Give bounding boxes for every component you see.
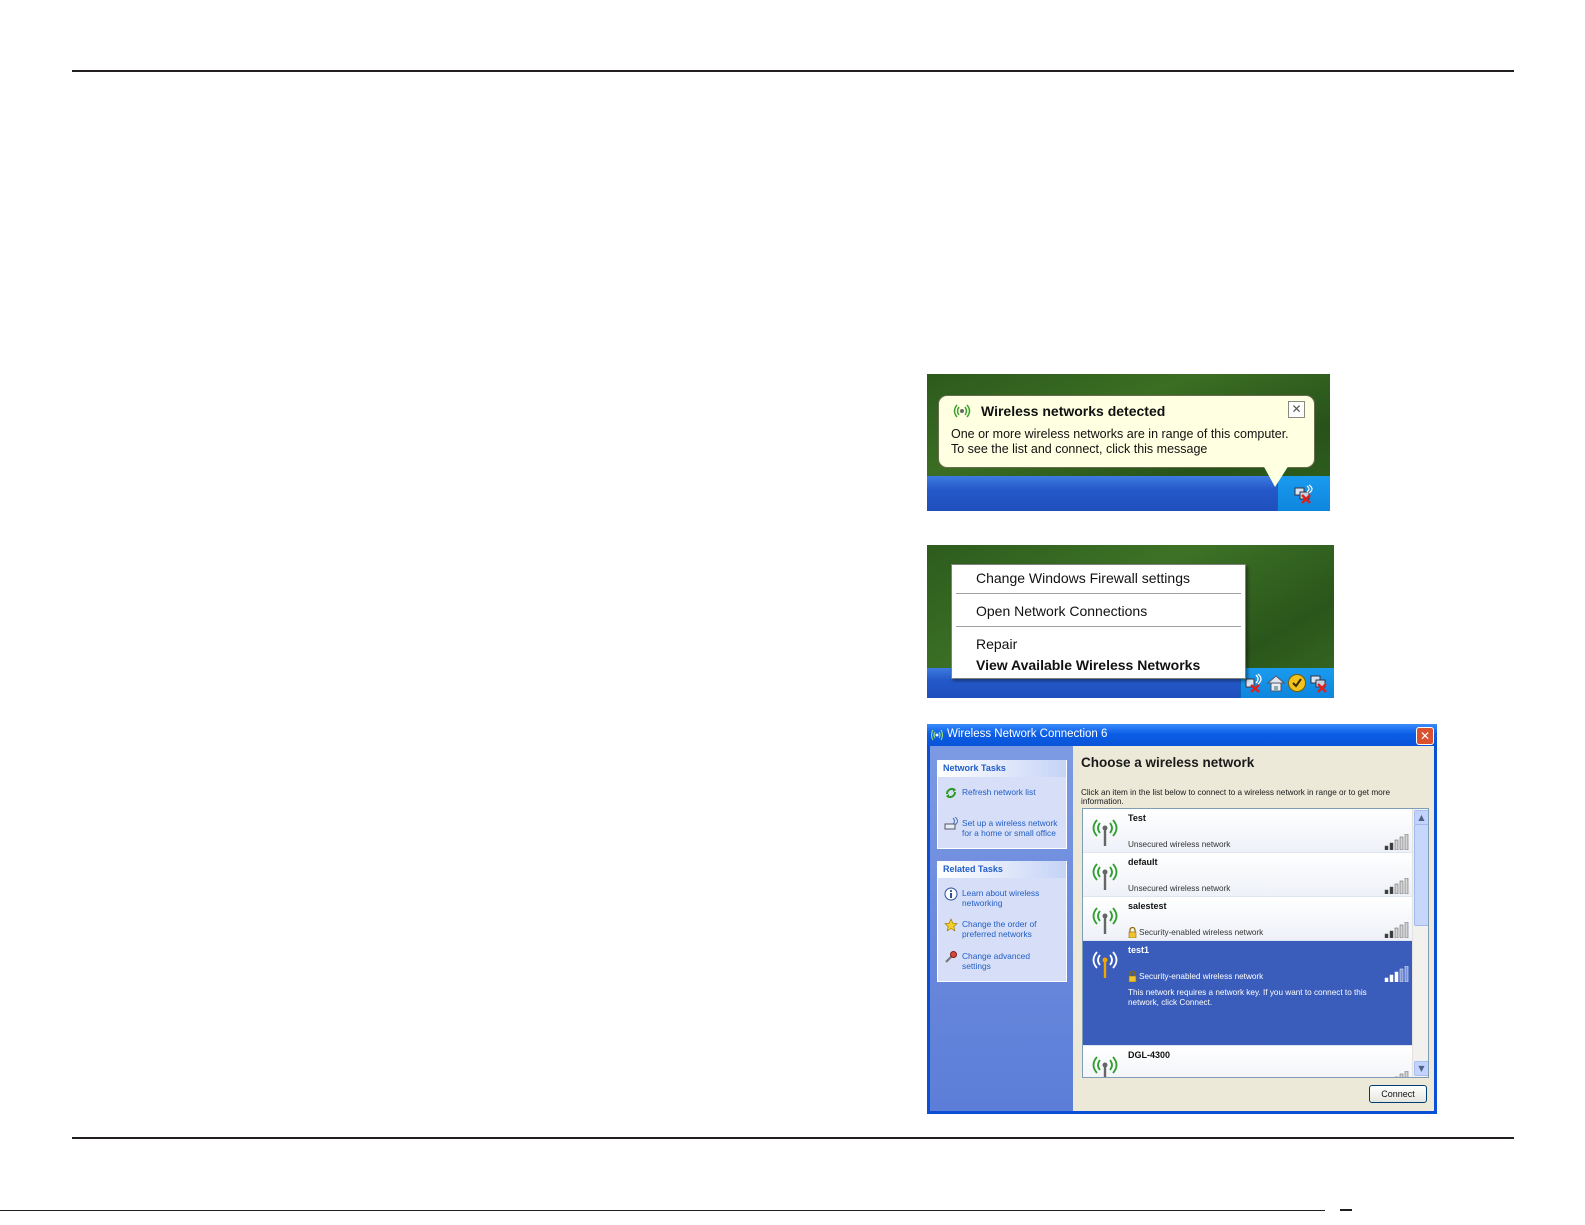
learn-about-wireless-link[interactable]: Learn about wireless networking [962, 888, 1039, 908]
network-name: Test [1128, 813, 1146, 823]
wireless-antenna-icon [1092, 907, 1118, 934]
signal-strength-icon [1384, 834, 1409, 850]
context-menu-screenshot: Change Windows Firewall settings Open Ne… [927, 545, 1334, 698]
network-pane: Choose a wireless network Click an item … [1073, 746, 1434, 1111]
wireless-antenna-icon [1092, 1056, 1118, 1077]
system-tray [1240, 668, 1334, 698]
menu-separator [956, 626, 1241, 627]
connect-button[interactable]: Connect [1369, 1085, 1427, 1103]
security-shield-icon[interactable] [1287, 673, 1307, 693]
network-detail-text: This network requires a network key. If … [1128, 988, 1367, 1007]
info-icon [944, 887, 958, 901]
balloon-title: Wireless networks detected [981, 403, 1166, 419]
network-security-status: Unsecured wireless network [1128, 884, 1231, 893]
signal-strength-icon [1384, 922, 1409, 938]
wireless-network-dialog: Wireless Network Connection 6 ✕ Network … [927, 724, 1437, 1114]
wireless-antenna-icon [1092, 819, 1118, 846]
signal-strength-icon [1394, 1071, 1409, 1077]
network-security-status: Security-enabled wireless network [1139, 928, 1264, 937]
menu-item-repair[interactable]: Repair [976, 636, 1017, 652]
network-list-item[interactable]: DGL-4300 [1083, 1046, 1413, 1077]
balloon-close-button[interactable]: ✕ [1288, 401, 1305, 418]
notification-balloon[interactable]: Wireless networks detected ✕ One or more… [938, 395, 1315, 468]
balloon-message-line1: One or more wireless networks are in ran… [951, 427, 1289, 441]
balloon-message-line2: To see the list and connect, click this … [951, 442, 1208, 456]
task-pane: Network Tasks Refresh network list Set u… [930, 746, 1073, 1111]
setup-wireless-icon [944, 817, 958, 830]
setup-wireless-network-link[interactable]: Set up a wireless network for a home or … [962, 818, 1057, 838]
change-advanced-settings-link[interactable]: Change advanced settings [962, 951, 1030, 971]
refresh-network-list-link[interactable]: Refresh network list [962, 787, 1036, 797]
page-title: Choose a wireless network [1081, 755, 1255, 770]
network-disconnected-icon[interactable] [1309, 673, 1329, 693]
network-name: default [1128, 857, 1158, 867]
menu-item-change-firewall-settings[interactable]: Change Windows Firewall settings [976, 570, 1190, 586]
lock-icon [1128, 971, 1137, 982]
balloon-message[interactable]: One or more wireless networks are in ran… [951, 427, 1311, 457]
network-name: test1 [1128, 945, 1150, 955]
wireless-icon [930, 729, 944, 741]
network-list-scrollbar[interactable]: ▲ ▼ [1412, 809, 1428, 1077]
network-security-status: Security-enabled wireless network [1139, 972, 1264, 981]
star-icon [944, 918, 958, 932]
page-bottom-rule [0, 1210, 1325, 1211]
balloon-title-row: Wireless networks detected [951, 403, 1165, 419]
refresh-icon [946, 788, 956, 798]
dialog-close-button[interactable]: ✕ [1416, 727, 1434, 745]
tray-context-menu: Change Windows Firewall settings Open Ne… [951, 564, 1246, 679]
wireless-antenna-icon [1092, 951, 1118, 978]
dialog-title: Wireless Network Connection 6 [947, 728, 1108, 740]
menu-item-view-available-wireless-networks[interactable]: View Available Wireless Networks [976, 657, 1200, 673]
balloon-screenshot: Wireless networks detected ✕ One or more… [927, 374, 1330, 511]
signal-strength-icon [1384, 878, 1409, 894]
wireless-disconnected-icon[interactable] [1243, 673, 1263, 693]
menu-separator [956, 593, 1241, 594]
balloon-tail [1263, 465, 1289, 487]
lock-icon [1128, 927, 1137, 938]
header-rule [72, 70, 1514, 72]
network-tasks-header: Network Tasks [938, 760, 1066, 777]
wireless-icon [953, 404, 971, 418]
page-number-mark [1340, 1209, 1352, 1211]
change-network-order-link[interactable]: Change the order of preferred networks [962, 919, 1037, 939]
related-tasks-box: Related Tasks Learn about wireless netwo… [937, 861, 1067, 982]
related-tasks-header: Related Tasks [938, 861, 1066, 878]
settings-icon [945, 951, 957, 963]
scroll-thumb[interactable] [1414, 824, 1428, 926]
network-list-item[interactable]: Test Unsecured wireless network [1083, 809, 1413, 853]
network-tasks-box: Network Tasks Refresh network list Set u… [937, 760, 1067, 849]
dialog-titlebar[interactable]: Wireless Network Connection 6 ✕ [927, 724, 1437, 746]
scroll-down-button[interactable]: ▼ [1414, 1061, 1428, 1076]
home-network-icon[interactable] [1266, 673, 1286, 693]
network-list-item[interactable]: test1 Security-enabled wireless network Th… [1083, 941, 1413, 1046]
footer-rule [72, 1137, 1514, 1139]
wireless-antenna-icon [1092, 863, 1118, 890]
menu-item-open-network-connections[interactable]: Open Network Connections [976, 603, 1147, 619]
network-disconnected-icon[interactable] [1293, 484, 1313, 504]
network-list-item[interactable]: default Unsecured wireless network [1083, 853, 1413, 897]
network-security-status: Unsecured wireless network [1128, 840, 1231, 849]
instructions-text: Click an item in the list below to conne… [1081, 788, 1390, 806]
network-name: salestest [1128, 901, 1167, 911]
wireless-network-list[interactable]: Test Unsecured wireless network default Un… [1082, 808, 1429, 1078]
network-name: DGL-4300 [1128, 1050, 1171, 1060]
scroll-up-button[interactable]: ▲ [1414, 810, 1428, 825]
signal-strength-icon [1384, 966, 1409, 982]
network-list-item[interactable]: salestest Security-enabled wireless netwo… [1083, 897, 1413, 941]
